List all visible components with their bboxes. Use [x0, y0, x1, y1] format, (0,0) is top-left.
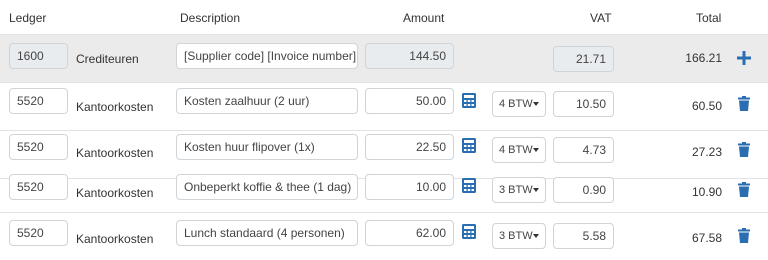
line-row: 5520 Kantoorkosten Kosten zaalhuur (2 uu…	[0, 83, 768, 131]
vat-code-select[interactable]: 3 BTW	[492, 223, 546, 249]
ledger-name: Kantoorkosten	[76, 186, 154, 200]
total-value: 27.23	[691, 145, 722, 159]
chevron-down-icon	[533, 148, 539, 152]
calculator-icon[interactable]	[462, 224, 476, 239]
trash-icon[interactable]	[738, 96, 750, 111]
ledger-input[interactable]: 5520	[9, 88, 68, 114]
vat-input[interactable]: 5.58	[553, 223, 614, 249]
vat-field: 21.71	[553, 46, 614, 72]
ledger-field[interactable]: 1600	[9, 43, 68, 69]
vat-code-value: 3 BTW	[499, 184, 533, 196]
header-amount: Amount	[403, 11, 445, 25]
chevron-down-icon	[533, 102, 539, 106]
ledger-input[interactable]: 5520	[9, 174, 68, 200]
total-value: 166.21	[685, 51, 722, 65]
vat-code-select[interactable]: 4 BTW	[492, 137, 546, 163]
trash-icon[interactable]	[738, 182, 750, 197]
vat-code-value: 3 BTW	[499, 230, 533, 242]
calculator-icon[interactable]	[462, 93, 476, 108]
amount-input[interactable]: 10.00	[365, 174, 454, 200]
calculator-icon[interactable]	[462, 138, 476, 153]
total-value: 60.50	[691, 99, 722, 113]
ledger-name: Kantoorkosten	[76, 232, 154, 246]
description-input[interactable]: Onbeperkt koffie & thee (1 dag)	[176, 174, 358, 200]
vat-code-value: 4 BTW	[499, 98, 533, 110]
vat-input[interactable]: 4.73	[553, 137, 614, 163]
total-value: 10.90	[691, 185, 722, 199]
trash-icon[interactable]	[738, 228, 750, 243]
ledger-input[interactable]: 5520	[9, 134, 68, 160]
vat-code-select[interactable]: 3 BTW	[492, 177, 546, 203]
chevron-down-icon	[533, 188, 539, 192]
creditor-row: 1600 Crediteuren [Supplier code] [Invoic…	[0, 35, 768, 83]
amount-input[interactable]: 62.00	[365, 220, 454, 246]
calculator-icon[interactable]	[462, 178, 476, 193]
description-input[interactable]: [Supplier code] [Invoice number]	[176, 43, 358, 69]
line-row: 5520 Kantoorkosten Lunch standaard (4 pe…	[0, 213, 768, 260]
description-input[interactable]: Lunch standaard (4 personen)	[176, 220, 358, 246]
amount-input[interactable]: 22.50	[365, 134, 454, 160]
amount-input[interactable]: 50.00	[365, 88, 454, 114]
table-header: Ledger Description Amount VAT Total	[0, 0, 768, 35]
booking-lines-grid: Ledger Description Amount VAT Total 1600…	[0, 0, 768, 257]
ledger-name: Crediteuren	[76, 52, 139, 66]
vat-code-select[interactable]: 4 BTW	[492, 91, 546, 117]
header-vat: VAT	[590, 11, 612, 25]
ledger-input[interactable]: 5520	[9, 220, 68, 246]
header-ledger: Ledger	[9, 11, 47, 25]
header-description: Description	[180, 11, 241, 25]
vat-code-value: 4 BTW	[499, 144, 533, 156]
vat-input[interactable]: 0.90	[553, 177, 614, 203]
plus-icon[interactable]	[737, 51, 751, 65]
header-total: Total	[696, 11, 722, 25]
line-row: 5520 Kantoorkosten Onbeperkt koffie & th…	[0, 165, 768, 213]
vat-input[interactable]: 10.50	[553, 91, 614, 117]
amount-field: 144.50	[365, 43, 454, 69]
ledger-name: Kantoorkosten	[76, 100, 154, 114]
total-value: 67.58	[691, 231, 722, 245]
description-input[interactable]: Kosten huur flipover (1x)	[176, 134, 358, 160]
description-input[interactable]: Kosten zaalhuur (2 uur)	[176, 88, 358, 114]
ledger-name: Kantoorkosten	[76, 146, 154, 160]
trash-icon[interactable]	[738, 142, 750, 157]
chevron-down-icon	[533, 234, 539, 238]
